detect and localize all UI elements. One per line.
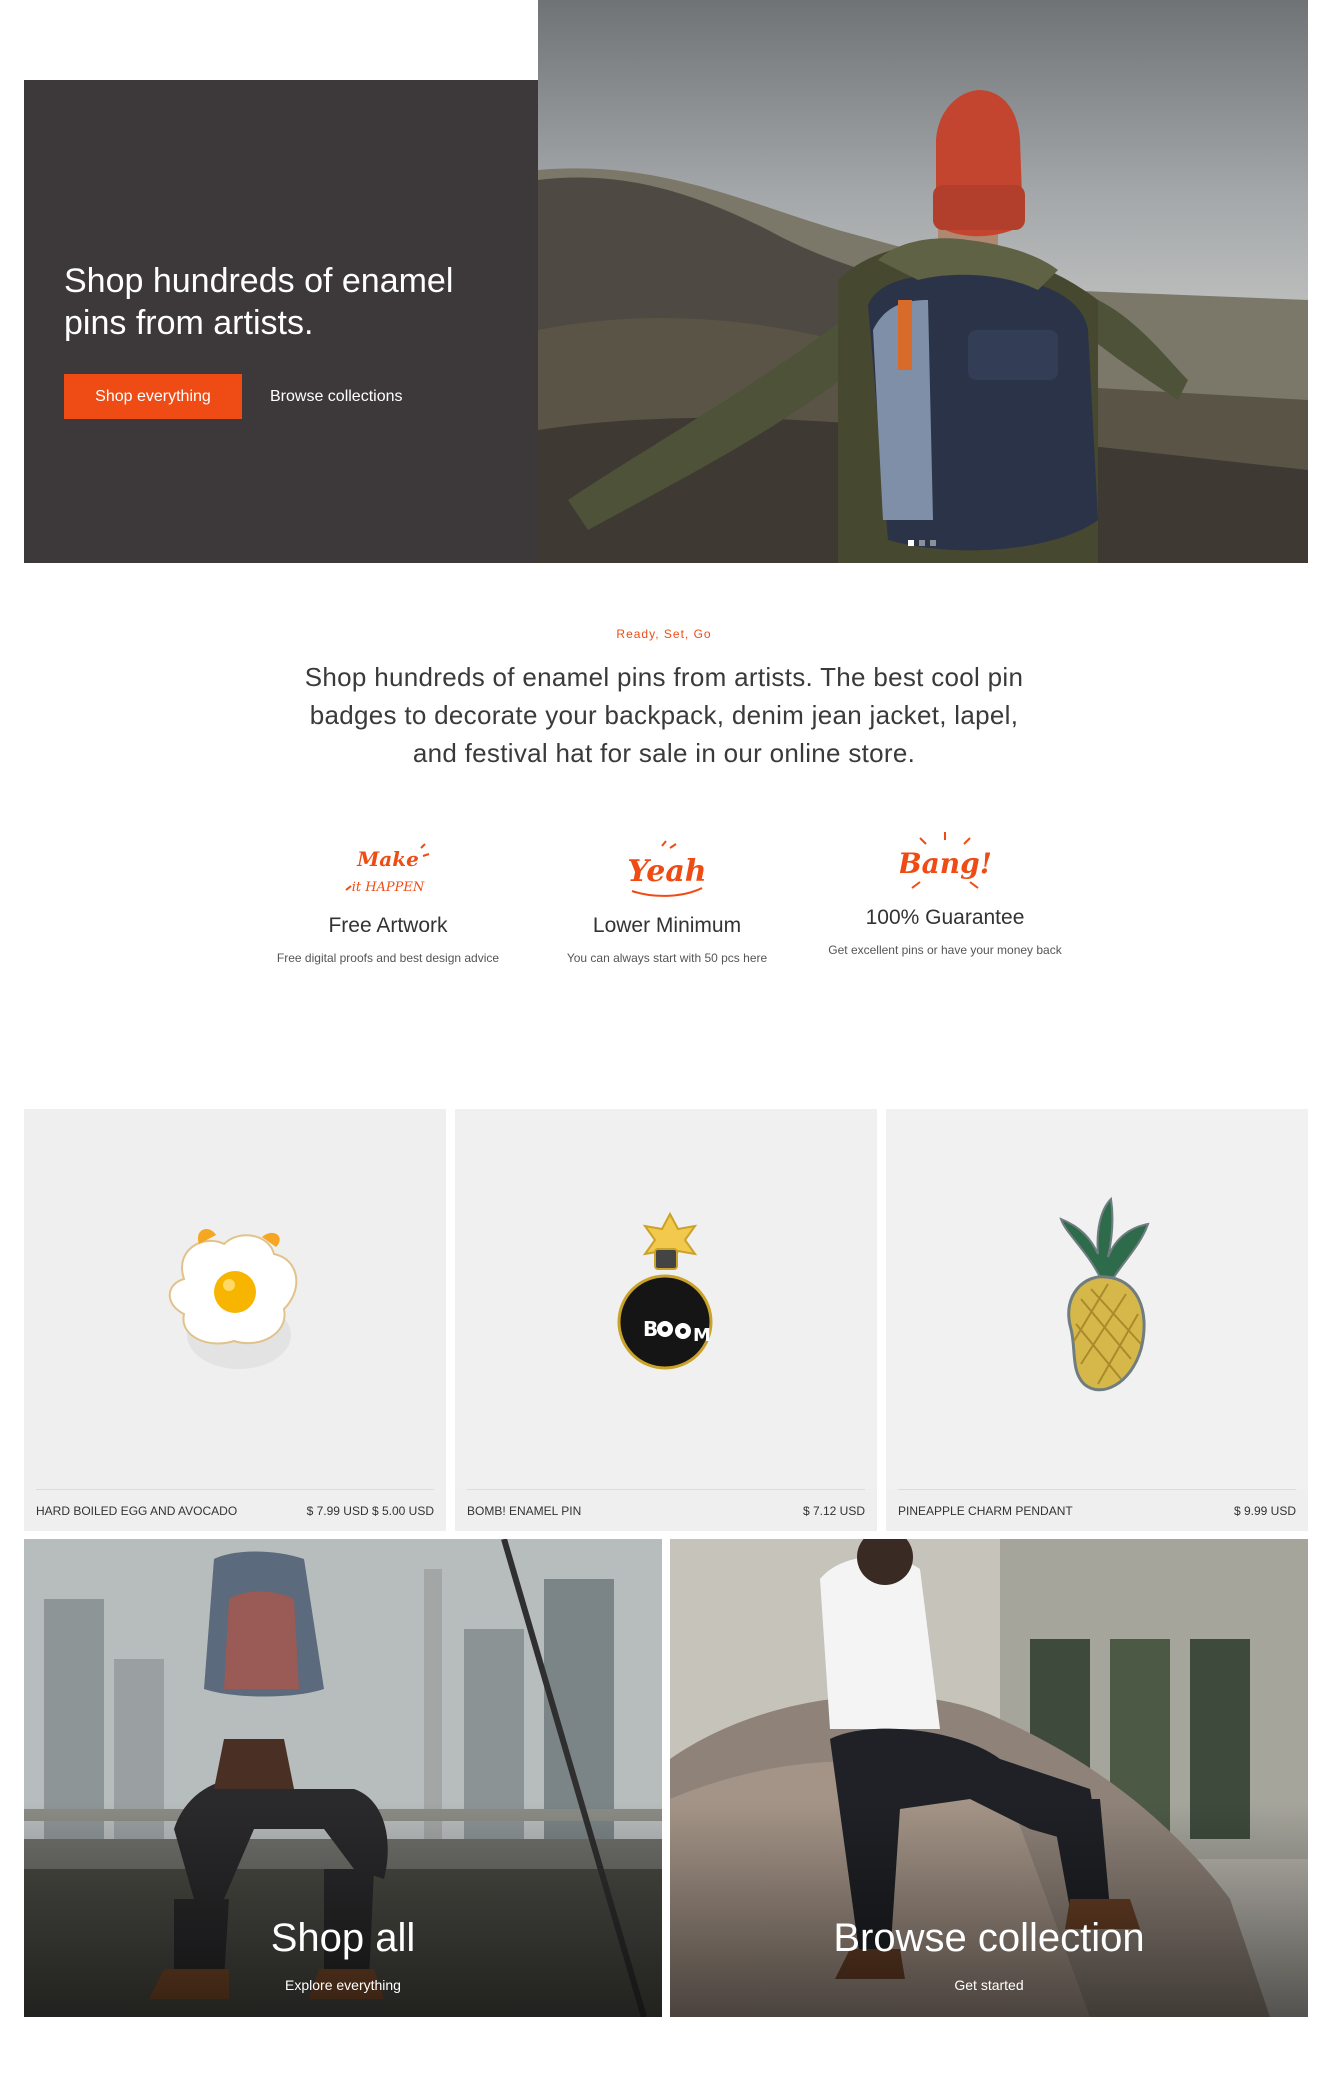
product-card[interactable]: B M BOMB! ENAMEL PIN $ 7.12 USD <box>455 1109 877 1531</box>
promo-subtitle: Explore everything <box>285 1977 401 1993</box>
product-meta: PINEAPPLE CHARM PENDANT $ 9.99 USD <box>898 1489 1296 1532</box>
browse-collections-link[interactable]: Browse collections <box>270 374 403 419</box>
bang-lettering: Bang! <box>820 828 1070 898</box>
bomb-pin-image: B M <box>455 1109 877 1489</box>
feature-description: Get excellent pins or have your money ba… <box>828 943 1062 957</box>
svg-text:Make: Make <box>356 847 419 871</box>
feature-free-artwork: Make it HAPPEN Free Artwork Free digital… <box>263 836 513 966</box>
svg-text:B: B <box>643 1317 658 1341</box>
product-meta: BOMB! ENAMEL PIN $ 7.12 USD <box>467 1489 865 1532</box>
feature-description: You can always start with 50 pcs here <box>566 951 768 965</box>
product-price: $ 7.12 USD <box>802 1504 865 1518</box>
feature-lower-minimum: Yeah Lower Minimum You can always start … <box>542 836 792 966</box>
svg-text:Bang!: Bang! <box>900 847 990 880</box>
product-price: $ 7.99 USD $ 5.00 USD <box>306 1504 434 1518</box>
slider-dot-1[interactable] <box>908 540 914 546</box>
slider-dots <box>908 540 936 546</box>
hero-title: Shop hundreds of enamel pins from artist… <box>64 262 454 342</box>
product-name: HARD BOILED EGG AND AVOCADO <box>36 1504 238 1518</box>
product-name: BOMB! ENAMEL PIN <box>467 1504 582 1518</box>
hero-image-hiker <box>538 0 1308 563</box>
promo-subtitle: Get started <box>954 1977 1024 1993</box>
svg-text:it HAPPEN: it HAPPEN <box>352 880 425 895</box>
shop-everything-button[interactable]: Shop everything <box>64 374 242 419</box>
feature-description: Free digital proofs and best design advi… <box>276 951 500 965</box>
svg-text:Yeah: Yeah <box>627 854 706 889</box>
make-it-happen-lettering: Make it HAPPEN <box>263 836 513 906</box>
feature-title: Lower Minimum <box>592 914 742 937</box>
product-card[interactable]: HARD BOILED EGG AND AVOCADO $ 7.99 USD $… <box>24 1109 446 1531</box>
slider-dot-3[interactable] <box>930 540 936 546</box>
promo-browse-collection[interactable]: Browse collection Get started <box>670 1539 1308 2017</box>
yeah-lettering: Yeah <box>542 836 792 906</box>
promo-shop-all[interactable]: Shop all Explore everything <box>24 1539 662 2017</box>
product-meta: HARD BOILED EGG AND AVOCADO $ 7.99 USD $… <box>36 1489 434 1532</box>
promo-title: Shop all <box>270 1916 416 1960</box>
pineapple-pin-image <box>886 1109 1308 1489</box>
product-card[interactable]: PINEAPPLE CHARM PENDANT $ 9.99 USD <box>886 1109 1308 1531</box>
egg-pin-image <box>24 1109 446 1489</box>
product-name: PINEAPPLE CHARM PENDANT <box>898 1504 1073 1518</box>
product-price: $ 9.99 USD <box>1233 1504 1296 1518</box>
feature-guarantee: Bang! 100% Guarantee Get excellent pins … <box>820 828 1070 958</box>
intro-text: Shop hundreds of enamel pins from artist… <box>304 662 1024 768</box>
section-eyebrow: Ready, Set, Go <box>616 627 712 641</box>
feature-title: 100% Guarantee <box>865 906 1025 929</box>
svg-text:M: M <box>693 1325 711 1346</box>
slider-dot-2[interactable] <box>919 540 925 546</box>
feature-title: Free Artwork <box>328 914 448 937</box>
promo-title: Browse collection <box>833 1916 1145 1960</box>
